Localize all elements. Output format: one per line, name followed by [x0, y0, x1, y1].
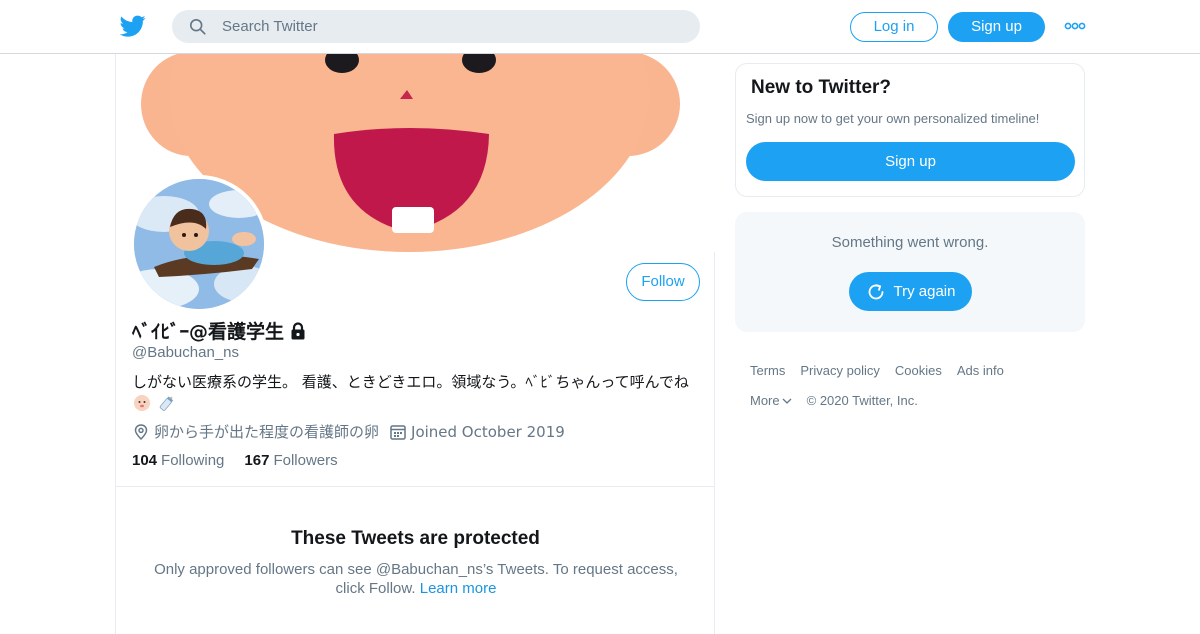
log-in-button[interactable]: Log in — [850, 12, 938, 42]
footer-more-menu[interactable]: More — [750, 393, 792, 409]
profile-avatar[interactable] — [130, 175, 268, 313]
footer-more-label: More — [750, 393, 780, 408]
refresh-icon — [868, 283, 883, 299]
following-link[interactable]: 104 Following — [132, 452, 224, 469]
search-input[interactable] — [222, 10, 682, 43]
followers-count: 167 — [244, 452, 270, 469]
following-label: Following — [161, 452, 225, 469]
learn-more-link[interactable]: Learn more — [420, 580, 497, 597]
footer-copyright: © 2020 Twitter, Inc. — [806, 393, 918, 408]
protected-message: Only approved followers can see @Babucha… — [146, 560, 686, 598]
footer-link-cookies[interactable]: Cookies — [895, 363, 942, 379]
protected-text: Only approved followers can see @Babucha… — [154, 561, 678, 597]
sign-up-button[interactable]: Sign up — [948, 12, 1045, 42]
display-name-text: ﾍﾞｲﾋﾞｰ@看護学生 — [132, 321, 285, 343]
baby-emoji-icon — [134, 394, 150, 411]
footer: Terms Privacy policy Cookies Ads info Mo… — [750, 363, 1080, 423]
calendar-icon — [390, 424, 406, 440]
lock-icon — [291, 321, 305, 339]
joined-text: Joined October 2019 — [411, 422, 565, 441]
twitter-bird-icon[interactable] — [120, 13, 146, 39]
try-again-label: Try again — [893, 283, 956, 300]
profile-location: 卵から手が出た程度の看護師の卵 — [132, 421, 379, 442]
followers-label: Followers — [273, 452, 338, 469]
new-to-twitter-card: New to Twitter? Sign up now to get your … — [735, 63, 1085, 197]
bio-text: しがない医療系の学生。 看護、ときどきエロ。領域なう。ﾍﾞﾋﾞちゃんって呼んでね — [132, 373, 689, 391]
search-bar[interactable] — [172, 10, 700, 43]
sidebar-sign-up-button[interactable]: Sign up — [746, 142, 1075, 181]
profile-joined: Joined October 2019 — [389, 423, 565, 441]
new-to-twitter-subtitle: Sign up now to get your own personalized… — [746, 111, 1040, 126]
error-card: Something went wrong. Try again — [735, 212, 1085, 332]
profile-bio: しがない医療系の学生。 看護、ときどきエロ。領域なう。ﾍﾞﾋﾞちゃんって呼んでね — [132, 372, 702, 413]
follow-button[interactable]: Follow — [626, 263, 700, 301]
followers-link[interactable]: 167 Followers — [244, 452, 337, 469]
more-options-icon[interactable] — [1064, 18, 1086, 34]
profile-column: Follow ﾍﾞｲﾋﾞｰ@看護学生 @Babuchan_ns しがない医療系の… — [115, 54, 715, 634]
footer-link-terms[interactable]: Terms — [750, 363, 785, 379]
profile-meta: 卵から手が出た程度の看護師の卵 Joined October 2019 — [132, 421, 575, 442]
profile-handle: @Babuchan_ns — [132, 344, 239, 361]
following-count: 104 — [132, 452, 158, 469]
divider — [116, 486, 715, 487]
location-text: 卵から手が出た程度の看護師の卵 — [154, 423, 380, 441]
top-navigation-bar: Log in Sign up — [0, 0, 1200, 54]
new-to-twitter-title: New to Twitter? — [751, 77, 892, 98]
footer-link-ads-info[interactable]: Ads info — [957, 363, 1004, 379]
try-again-button[interactable]: Try again — [849, 272, 972, 311]
profile-stats: 104 Following 167 Followers — [132, 452, 338, 469]
chevron-down-icon — [782, 398, 792, 404]
error-message: Something went wrong. — [831, 234, 989, 251]
baby-bottle-emoji-icon — [159, 395, 173, 411]
location-pin-icon — [134, 423, 148, 440]
search-icon — [189, 18, 206, 35]
footer-link-privacy[interactable]: Privacy policy — [800, 363, 879, 379]
profile-display-name: ﾍﾞｲﾋﾞｰ@看護学生 — [132, 317, 308, 344]
protected-title: These Tweets are protected — [291, 528, 540, 549]
